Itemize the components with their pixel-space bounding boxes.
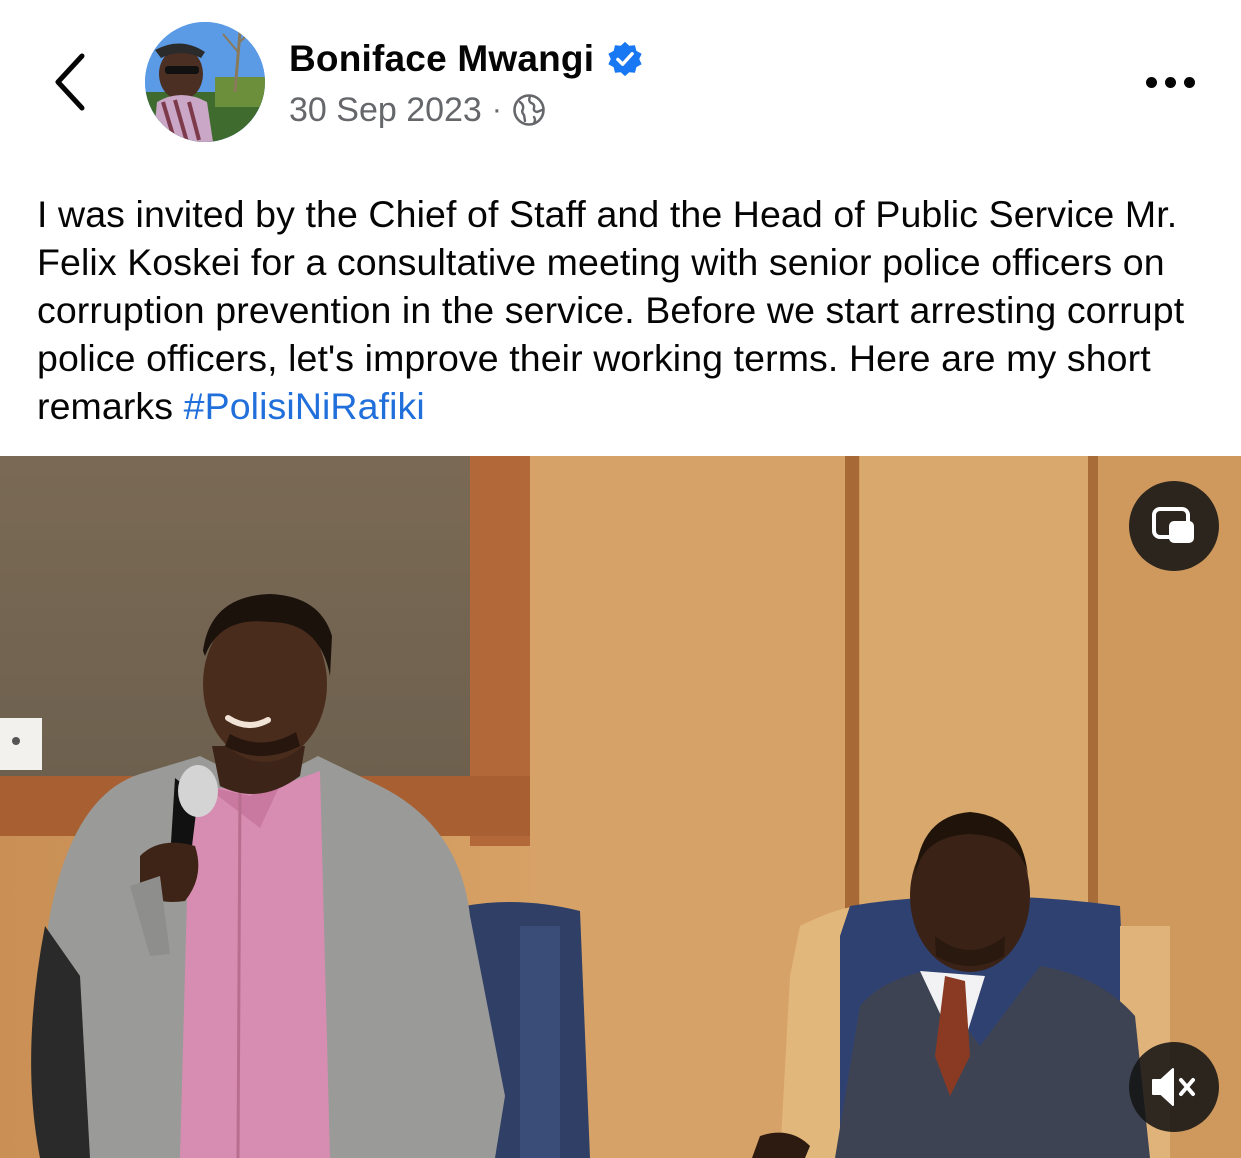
- video-player[interactable]: [0, 456, 1241, 1158]
- globe-icon: [513, 94, 545, 126]
- post-header: Boniface Mwangi 30 Sep 2023 ·: [0, 0, 1241, 160]
- post-meta: 30 Sep 2023 ·: [289, 88, 546, 132]
- video-frame: [0, 456, 1241, 1158]
- chevron-left-icon: [55, 53, 85, 111]
- back-button[interactable]: [40, 44, 100, 120]
- verified-badge-icon: [608, 41, 642, 77]
- post-date[interactable]: 30 Sep 2023: [289, 91, 482, 130]
- picture-in-picture-button[interactable]: [1129, 481, 1219, 571]
- speaker-muted-icon: [1152, 1068, 1195, 1106]
- avatar[interactable]: [145, 22, 265, 142]
- more-options-button[interactable]: [1130, 60, 1210, 104]
- post-body: I was invited by the Chief of Staff and …: [37, 190, 1217, 430]
- author-row: Boniface Mwangi: [289, 34, 644, 84]
- meta-separator: ·: [491, 93, 502, 126]
- hashtag-link[interactable]: #PolisiNiRafiki: [184, 385, 425, 427]
- more-horizontal-icon: [1145, 76, 1157, 88]
- mute-button[interactable]: [1129, 1042, 1219, 1132]
- author-name[interactable]: Boniface Mwangi: [289, 38, 594, 80]
- picture-in-picture-icon: [1152, 507, 1194, 543]
